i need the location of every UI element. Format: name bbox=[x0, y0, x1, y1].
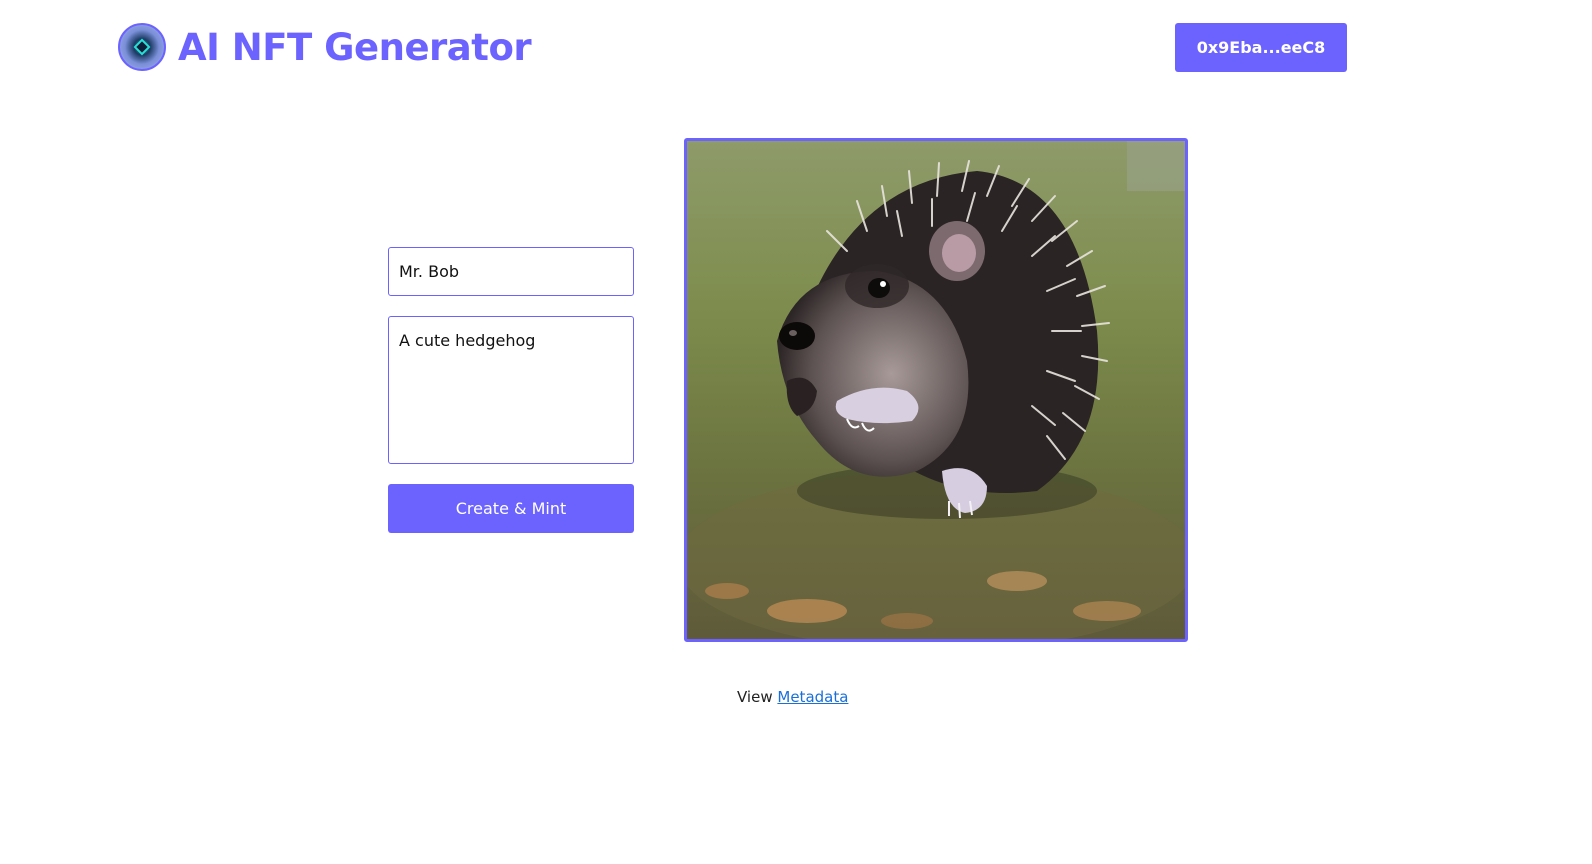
wallet-address-button[interactable]: 0x9Eba...eeC8 bbox=[1175, 23, 1347, 72]
create-and-mint-button[interactable]: Create & Mint bbox=[388, 484, 634, 533]
name-input[interactable] bbox=[388, 247, 634, 296]
generated-nft-image bbox=[684, 138, 1188, 642]
app-title: AI NFT Generator bbox=[178, 25, 532, 69]
hedgehog-image bbox=[687, 141, 1185, 639]
metadata-link[interactable]: Metadata bbox=[777, 688, 848, 706]
description-input[interactable]: A cute hedgehog bbox=[388, 316, 634, 464]
metadata-prefix: View bbox=[737, 688, 773, 706]
metadata-line: View Metadata bbox=[737, 688, 848, 706]
brand: AI NFT Generator bbox=[118, 22, 532, 72]
page: AI NFT Generator 0x9Eba...eeC8 A cute he… bbox=[0, 0, 1592, 864]
nft-gem-logo-icon bbox=[118, 23, 166, 71]
mint-form: A cute hedgehog Create & Mint bbox=[388, 247, 634, 533]
